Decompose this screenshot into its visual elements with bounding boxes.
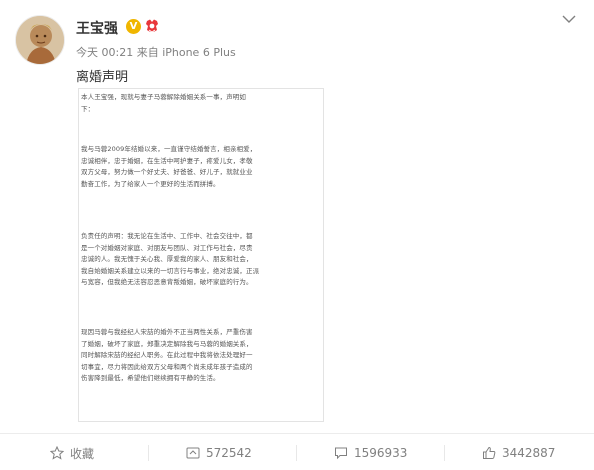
post-meta: 今天 00:21 来自 iPhone 6 Plus [76, 44, 236, 60]
chevron-down-icon[interactable] [562, 14, 576, 24]
action-bar-divider [0, 433, 594, 434]
statement-paragraph: 我与马蓉2009年结婚以来，一直谨守结婚誓言，相亲相爱， 忠诚相伴，忠于婚姻，在… [81, 145, 257, 188]
like-button[interactable]: 3442887 [482, 444, 555, 462]
action-separator [148, 445, 149, 461]
repost-button[interactable]: 572542 [186, 444, 252, 462]
verified-v-icon: V [126, 19, 141, 34]
avatar-image [16, 16, 64, 64]
like-count: 3442887 [502, 446, 556, 460]
favorite-button[interactable]: 收藏 [50, 444, 94, 462]
comment-icon [335, 447, 347, 460]
thumbs-up-icon [483, 446, 496, 459]
statement-image[interactable]: 本人王宝强，现就与妻子马蓉解除婚姻关系一事，声明如 下： 我与马蓉2009年结婚… [78, 88, 324, 422]
statement-paragraph: 现因马蓉与我经纪人宋喆的婚外不正当两性关系，严重伤害 了婚姻，破坏了家庭，郑重决… [81, 328, 253, 382]
post-text: 离婚声明 [76, 70, 129, 85]
comment-count: 1596933 [354, 446, 408, 460]
weibo-post-card: 王宝强 V 今天 00:21 来自 iPhone 6 Plus 离婚声明 本人王… [0, 0, 594, 470]
statement-paragraph: 负责任的声明：我无论在生活中、工作中、社会交往中，都 是一个对婚姻对家庭、对朋友… [81, 232, 260, 286]
star-icon [50, 446, 64, 460]
post-timestamp[interactable]: 今天 00:21 [76, 46, 133, 59]
repost-icon [186, 447, 200, 459]
avatar[interactable] [15, 15, 65, 65]
action-separator [296, 445, 297, 461]
comment-button[interactable]: 1596933 [334, 444, 407, 462]
vip-member-icon[interactable] [144, 18, 160, 34]
post-source: 来自 iPhone 6 Plus [136, 46, 236, 59]
statement-paragraph: 本人王宝强，现就与妻子马蓉解除婚姻关系一事，声明如 下： [81, 93, 246, 113]
action-separator [444, 445, 445, 461]
repost-count: 572542 [206, 446, 252, 460]
favorite-label: 收藏 [70, 446, 95, 461]
username[interactable]: 王宝强 [76, 18, 118, 38]
